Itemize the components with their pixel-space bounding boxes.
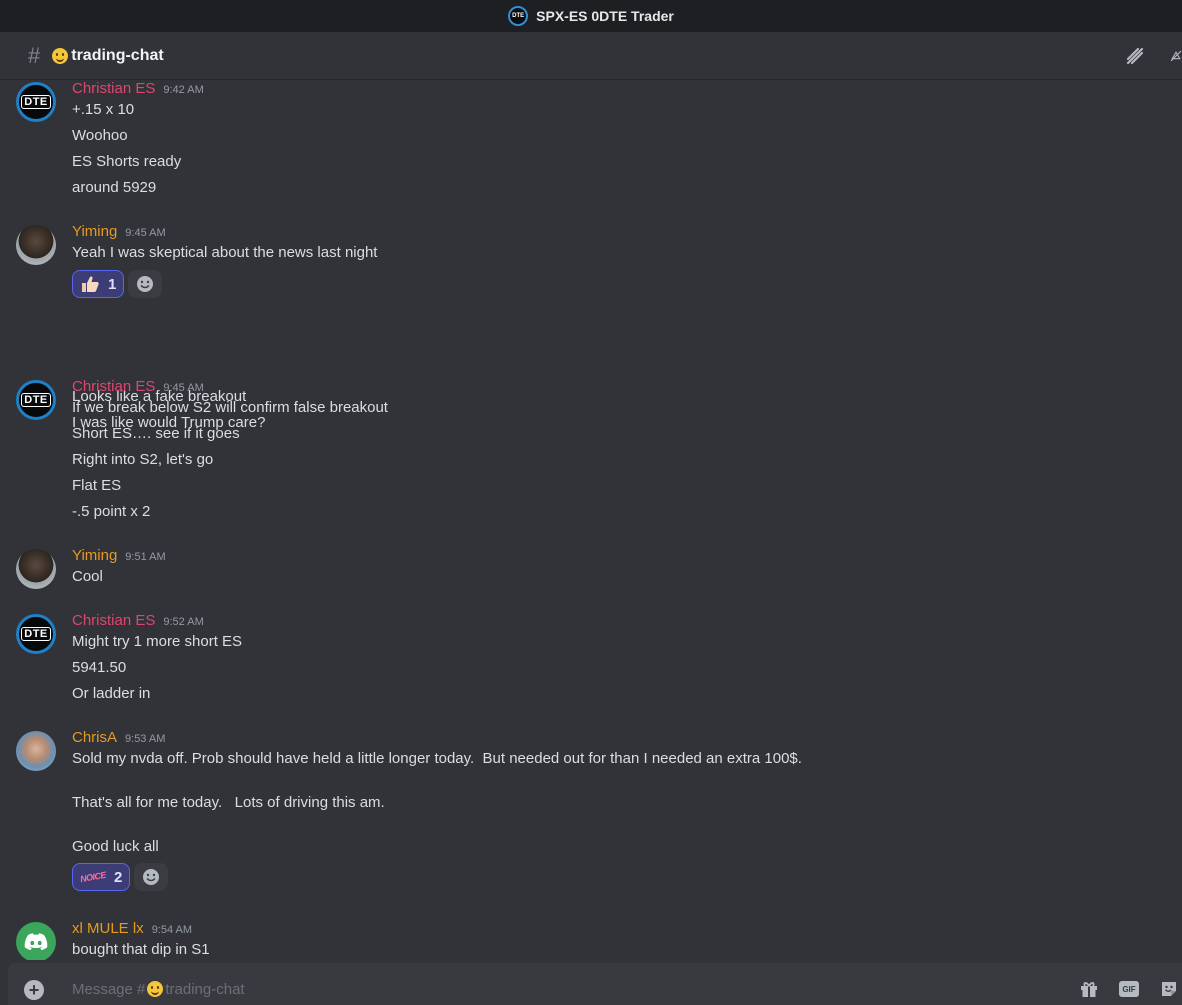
message-line: Flat ES — [72, 477, 122, 494]
threads-icon[interactable] — [1124, 45, 1146, 67]
reaction-count: 2 — [114, 868, 123, 886]
message-line: Or ladder in — [72, 685, 151, 702]
message-line: around 5929 — [72, 179, 157, 196]
gift-icon[interactable] — [1078, 978, 1100, 1000]
message-composer[interactable]: + Message # trading-chat GIF — [8, 963, 1182, 1005]
message-group: DTE Christian ES 9:45 AM If we break bel… — [0, 378, 1182, 528]
sticker-icon[interactable] — [1158, 978, 1180, 1000]
timestamp: 9:42 AM — [163, 84, 204, 96]
timestamp: 9:45 AM — [125, 227, 166, 239]
avatar[interactable]: DTE — [16, 380, 56, 420]
channel-header: # trading-chat — [0, 32, 1182, 80]
message-line: Might try 1 more short ES — [72, 633, 243, 650]
smiley-icon — [143, 869, 160, 885]
gif-icon[interactable]: GIF — [1118, 978, 1140, 1000]
message-line: -.5 point x 2 — [72, 503, 151, 520]
add-reaction-button[interactable] — [134, 863, 169, 891]
add-reaction-button[interactable] — [128, 270, 163, 298]
timestamp: 9:52 AM — [163, 616, 204, 628]
message-input[interactable]: Message # trading-chat — [72, 978, 245, 1000]
author-name[interactable]: Christian ES — [72, 378, 155, 395]
avatar[interactable]: DTE — [16, 82, 56, 122]
message-line: Woohoo — [72, 127, 128, 144]
message-line: That's all for me today. Lots of driving… — [72, 794, 385, 811]
grinning-face-icon — [52, 47, 69, 64]
avatar[interactable] — [16, 225, 56, 265]
author-name[interactable]: ChrisA — [72, 729, 117, 746]
author-name[interactable]: Yiming — [72, 223, 117, 240]
discord-logo-icon — [24, 933, 48, 951]
placeholder-channel: trading-chat — [165, 980, 245, 998]
author-name[interactable]: Yiming — [72, 547, 117, 564]
notification-bell-off-icon[interactable] — [1170, 45, 1182, 67]
message-list: DTE Christian ES 9:42 AM +.15 x 10 Wooho… — [0, 80, 1182, 960]
message-line: Short ES…. see if it goes — [72, 425, 240, 442]
channel-name: trading-chat — [71, 46, 164, 64]
avatar[interactable] — [16, 922, 56, 960]
noice-icon: NOICE — [79, 869, 107, 885]
message-line: Sold my nvda off. Prob should have held … — [72, 750, 802, 767]
message-line: If we break below S2 will confirm false … — [72, 399, 388, 416]
timestamp: 9:54 AM — [151, 924, 193, 936]
message-line: Good luck all — [72, 838, 159, 855]
author-name[interactable]: xl MULE lx — [72, 920, 144, 937]
message-group: DTE Christian ES 9:42 AM +.15 x 10 Wooho… — [0, 80, 1182, 200]
message-group: ChrisA 9:53 AM Sold my nvda off. Prob sh… — [0, 729, 1182, 899]
reaction-bar: 1 — [72, 270, 163, 298]
author-name[interactable]: Christian ES — [72, 612, 155, 629]
reaction-thumbs-up[interactable]: 1 — [72, 270, 125, 298]
message-line: ES Shorts ready — [72, 153, 182, 170]
message-group: DTE Christian ES 9:52 AM Might try 1 mor… — [0, 612, 1182, 702]
message-group: Yiming 9:51 AM Cool — [0, 547, 1182, 597]
message-line: Right into S2, let's go — [72, 451, 214, 468]
message-line: 5941.50 — [72, 659, 127, 676]
grinning-face-icon — [147, 981, 164, 997]
timestamp: 9:53 AM — [125, 733, 166, 745]
attach-plus-icon[interactable]: + — [24, 980, 44, 1000]
message-group: xl MULE lx 9:54 AM bought that dip in S1 — [0, 920, 1182, 960]
reaction-count: 1 — [108, 275, 117, 293]
smiley-icon — [137, 276, 154, 292]
reaction-noice[interactable]: NOICE 2 — [72, 863, 131, 891]
author-name[interactable]: Christian ES — [72, 80, 155, 97]
hashtag-icon: # — [28, 42, 41, 68]
message-line: Yeah I was skeptical about the news last… — [72, 244, 378, 261]
server-icon: DTE — [508, 6, 529, 26]
thumbs-up-icon — [80, 275, 100, 293]
avatar[interactable]: DTE — [16, 614, 56, 654]
window-title: SPX-ES 0DTE Trader — [536, 8, 674, 24]
avatar[interactable] — [16, 549, 56, 589]
window-titlebar: DTE SPX-ES 0DTE Trader — [0, 0, 1182, 32]
message-line: Cool — [72, 568, 103, 585]
message-line: bought that dip in S1 — [72, 941, 210, 958]
message-line: +.15 x 10 — [72, 101, 135, 118]
placeholder-prefix: Message # — [72, 980, 146, 998]
reaction-bar: NOICE 2 — [72, 863, 169, 891]
timestamp: 9:51 AM — [125, 551, 166, 563]
message-group: Yiming 9:45 AM Yeah I was skeptical abou… — [0, 223, 1182, 431]
avatar[interactable] — [16, 731, 56, 771]
timestamp: 9:45 AM — [163, 382, 204, 394]
